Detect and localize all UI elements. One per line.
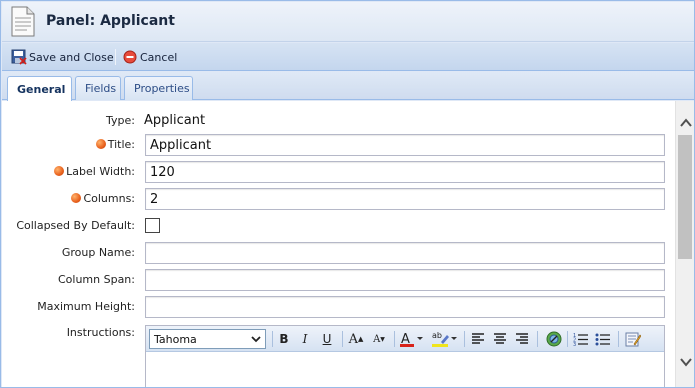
required-icon <box>54 166 65 176</box>
tab-strip: General Fields Properties <box>2 72 694 101</box>
chevron-down-icon <box>251 336 261 343</box>
collapsed-row: Collapsed By Default: <box>2 215 675 237</box>
columns-row: Columns: <box>2 188 675 210</box>
tab-fields-label: Fields <box>85 82 117 95</box>
columns-label-wrap: Columns: <box>71 192 135 205</box>
column-span-label: Column Span: <box>57 273 135 286</box>
maximum-height-row: Maximum Height: <box>2 296 675 318</box>
label-width-row: Label Width: <box>2 161 675 183</box>
maximum-height-input[interactable] <box>145 296 665 318</box>
ordered-list-icon[interactable]: 1 2 3 <box>572 330 590 348</box>
label-width-input[interactable] <box>145 161 665 183</box>
vertical-scrollbar[interactable] <box>675 101 694 387</box>
highlight-icon[interactable]: ab <box>431 330 459 348</box>
type-label: Type: <box>106 114 135 127</box>
editor-separator <box>464 331 465 347</box>
column-span-input[interactable] <box>145 269 665 291</box>
editor-separator <box>342 331 343 347</box>
scroll-down-icon[interactable] <box>680 357 692 367</box>
title-bar: Panel: Applicant <box>2 2 694 42</box>
title-label: Title: <box>107 138 135 151</box>
cancel-label: Cancel <box>140 50 178 64</box>
group-name-row: Group Name: <box>2 242 675 264</box>
link-icon[interactable] <box>545 330 563 348</box>
instructions-label: Instructions: <box>66 326 135 339</box>
columns-input[interactable] <box>145 188 665 210</box>
bold-icon[interactable]: B <box>275 330 293 348</box>
save-close-icon <box>11 49 27 65</box>
required-icon <box>95 139 106 149</box>
align-left-icon[interactable] <box>469 330 487 348</box>
save-and-close-button[interactable]: Save and Close <box>11 48 114 66</box>
editor-separator <box>618 331 619 347</box>
page-title: Panel: Applicant <box>46 13 175 29</box>
editor-separator <box>272 331 273 347</box>
scroll-up-icon[interactable] <box>680 118 692 128</box>
label-width-label: Label Width: <box>66 165 135 178</box>
svg-text:ab: ab <box>432 331 442 340</box>
main-toolbar: Save and Close Cancel <box>2 43 694 71</box>
tab-fields[interactable]: Fields <box>75 76 121 100</box>
underline-icon[interactable]: U <box>318 330 336 348</box>
tab-properties-label: Properties <box>134 82 190 95</box>
grow-font-icon[interactable]: A ▲ <box>347 330 365 348</box>
group-name-label: Group Name: <box>61 246 135 259</box>
tab-general[interactable]: General <box>7 76 72 101</box>
unordered-list-icon[interactable] <box>594 330 612 348</box>
type-value: Applicant <box>144 113 206 128</box>
save-and-close-label: Save and Close <box>29 50 114 64</box>
panel-window: Panel: Applicant Save and Close Cancel G… <box>0 0 695 388</box>
label-width-label-wrap: Label Width: <box>54 165 135 178</box>
font-color-icon[interactable]: A <box>399 330 425 348</box>
editor-separator <box>394 331 395 347</box>
shrink-font-icon[interactable]: A ▼ <box>370 330 388 348</box>
editor-toolbar: Tahoma B I U A ▲ A ▼ A ab 1 2 3 <box>146 326 664 352</box>
instructions-editor[interactable]: Tahoma B I U A ▲ A ▼ A ab 1 2 3 <box>145 325 665 387</box>
title-row: Title: <box>2 134 675 156</box>
svg-text:3: 3 <box>573 342 576 346</box>
italic-icon[interactable]: I <box>296 330 314 348</box>
title-input[interactable] <box>145 134 665 156</box>
font-family-select[interactable]: Tahoma <box>149 329 266 349</box>
font-family-value: Tahoma <box>154 332 197 346</box>
required-icon <box>71 193 82 203</box>
maximum-height-label: Maximum Height: <box>37 300 135 313</box>
tab-general-label: General <box>17 82 66 96</box>
group-name-input[interactable] <box>145 242 665 264</box>
title-label-wrap: Title: <box>95 138 135 151</box>
align-center-icon[interactable] <box>491 330 509 348</box>
column-span-row: Column Span: <box>2 269 675 291</box>
toolbar-separator <box>115 49 116 65</box>
collapsed-checkbox[interactable] <box>145 218 160 233</box>
general-form: Type: Applicant Title: Label Width: Colu… <box>2 101 675 387</box>
cancel-icon <box>123 50 137 64</box>
collapsed-label: Collapsed By Default: <box>16 219 135 232</box>
tab-properties[interactable]: Properties <box>124 76 193 100</box>
editor-separator <box>537 331 538 347</box>
cancel-button[interactable]: Cancel <box>123 48 177 66</box>
align-right-icon[interactable] <box>513 330 531 348</box>
type-row: Type: Applicant <box>2 110 675 132</box>
scroll-thumb[interactable] <box>678 135 692 259</box>
source-edit-icon[interactable] <box>624 330 642 348</box>
editor-separator <box>567 331 568 347</box>
document-icon <box>11 6 35 37</box>
columns-label: Columns: <box>83 192 135 205</box>
